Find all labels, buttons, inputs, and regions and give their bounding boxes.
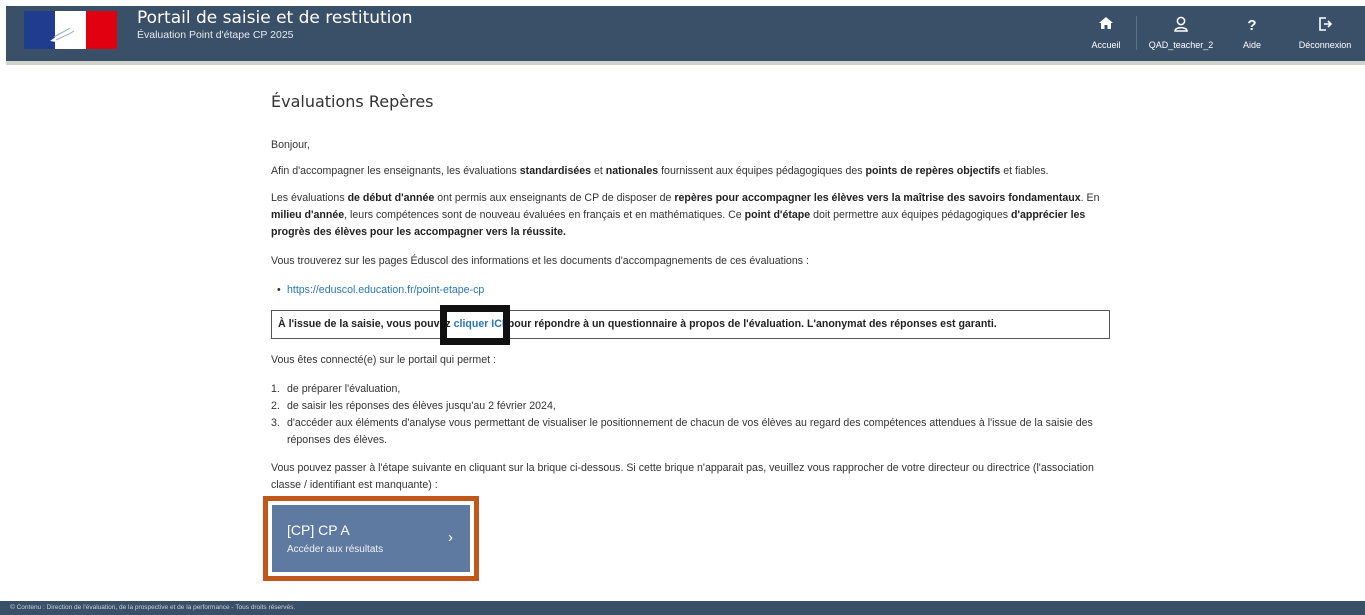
survey-text-before: À l'issue de la saisie, vous pouvez — [278, 318, 454, 330]
nav-help-label: Aide — [1242, 40, 1261, 50]
bullet-dot: • — [277, 284, 281, 296]
steps-list: 1. de préparer l'évaluation, 2. de saisir … — [271, 381, 1116, 449]
home-icon — [1083, 16, 1129, 34]
logout-icon — [1290, 16, 1360, 34]
svg-text:?: ? — [1247, 17, 1256, 32]
eduscol-bullet: • https://eduscol.education.fr/point-eta… — [277, 282, 787, 299]
republic-logo — [24, 11, 117, 49]
user-icon — [1146, 16, 1216, 34]
footer-bar: © Contenu : Direction de l'évaluation, d… — [0, 601, 1365, 615]
nav-home-label: Accueil — [1091, 40, 1121, 50]
eduscol-text: Vous trouverez sur les pages Éduscol des… — [271, 255, 809, 267]
nav-user-label: QAD_teacher_2 — [1148, 40, 1214, 50]
footer-copyright: © Contenu : Direction de l'évaluation, d… — [10, 604, 296, 611]
list-item: 3. d'accéder aux éléments d'analyse vous … — [271, 417, 1093, 446]
survey-notice: À l'issue de la saisie, vous pouvez cliq… — [271, 310, 1110, 339]
help-icon: ? — [1237, 16, 1267, 34]
nav-logout-label: Déconnexion — [1298, 40, 1352, 50]
nav-logout-button[interactable]: Déconnexion — [1290, 6, 1360, 61]
header-underline — [6, 61, 1365, 65]
connected-intro: Vous êtes connecté(e) sur le portail qui… — [271, 354, 496, 366]
class-card-subtitle: Accéder aux résultats — [287, 544, 384, 555]
nav-user-button[interactable]: QAD_teacher_2 — [1146, 6, 1216, 61]
nav-help-button[interactable]: ? Aide — [1237, 6, 1267, 61]
intro-paragraph: Afin d'accompagner les enseignants, les … — [271, 165, 1049, 177]
description-paragraph: Les évaluations de début d'année ont per… — [271, 192, 1100, 238]
survey-link[interactable]: cliquer ICI — [454, 318, 505, 330]
eduscol-link[interactable]: https://eduscol.education.fr/point-etape… — [287, 284, 484, 296]
class-card-button[interactable]: [CP] CP A Accéder aux résultats › — [272, 505, 470, 572]
survey-text-after: pour répondre à un questionnaire à propo… — [504, 318, 997, 330]
list-item: 2. de saisir les réponses des élèves jusq… — [271, 400, 556, 412]
nav-divider — [1136, 16, 1137, 50]
nav-home-button[interactable]: Accueil — [1083, 6, 1129, 61]
app-subtitle: Évaluation Point d'étape CP 2025 — [137, 29, 294, 41]
app-title: Portail de saisie et de restitution — [137, 8, 413, 28]
page-title: Évaluations Repères — [271, 92, 434, 111]
next-step-text: Vous pouvez passer à l'étape suivante en… — [271, 462, 1094, 491]
list-item: 1. de préparer l'évaluation, — [271, 383, 401, 395]
class-card-title: [CP] CP A — [287, 522, 350, 538]
greeting-text: Bonjour, — [271, 139, 310, 151]
chevron-right-icon: › — [448, 529, 453, 546]
